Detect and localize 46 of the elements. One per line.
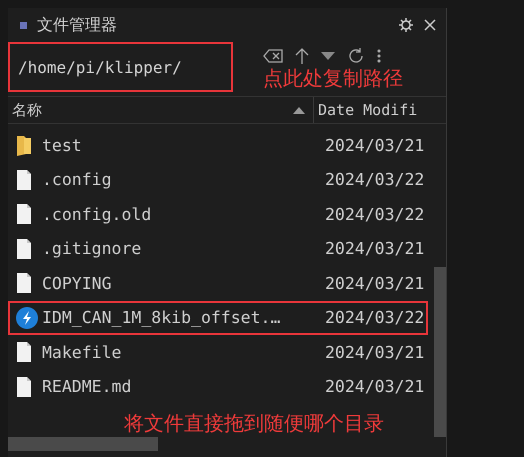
file-name: README.md (42, 377, 132, 396)
file-name: .config.old (42, 204, 152, 224)
close-icon[interactable] (424, 19, 436, 31)
date-modified: 2024/03/22 (325, 170, 424, 190)
date-modified: 2024/03/21 (325, 342, 424, 362)
date-modified: 2024/03/22 (325, 308, 424, 328)
file-name: .config (42, 170, 113, 190)
file-icon (16, 341, 32, 364)
clear-icon[interactable] (263, 48, 283, 62)
file-row[interactable]: Makefile 2024/03/21 (8, 335, 434, 370)
file-icon (16, 376, 32, 398)
file-row[interactable]: .config.old 2024/03/22 (8, 197, 434, 232)
file-icon (16, 168, 32, 191)
panel-title: 文件管理器 (37, 14, 118, 36)
refresh-icon[interactable] (347, 46, 365, 64)
file-row[interactable]: README.md 2024/03/21 (8, 370, 434, 404)
highlighted-file-row[interactable]: IDM_CAN_1M_8kib_offset.… 2024/03/22 (8, 300, 428, 335)
up-arrow-icon[interactable] (295, 46, 309, 64)
file-row[interactable]: .config 2024/03/22 (8, 162, 434, 197)
annotation-text: 将文件直接拖到随便哪个目录 (124, 410, 385, 437)
date-modified: 2024/03/21 (325, 136, 424, 155)
file-row[interactable]: test 2024/03/21 (8, 128, 434, 162)
column-header[interactable]: 名称 (8, 97, 313, 123)
file-name: COPYING (42, 274, 113, 293)
folder-icon (16, 134, 32, 156)
lightning-icon (16, 306, 38, 329)
path-field[interactable]: /home/pi/klipper/ (8, 42, 233, 92)
panel-icon (20, 22, 27, 28)
file-name: .gitignore (42, 239, 142, 258)
date-modified: 2024/03/21 (325, 274, 424, 293)
file-icon (16, 203, 32, 226)
column-header[interactable]: Date Modifi (314, 97, 426, 123)
annotation-text: 点此处复制路径 (263, 65, 404, 92)
file-name: IDM_CAN_1M_8kib_offset.… (42, 308, 282, 328)
more-icon[interactable] (377, 48, 381, 64)
file-row[interactable]: COPYING 2024/03/21 (8, 266, 434, 300)
file-name: test (42, 136, 83, 155)
file-icon (16, 238, 32, 260)
file-icon (16, 272, 32, 294)
file-name: Makefile (42, 342, 122, 362)
settings-icon[interactable] (398, 17, 414, 33)
file-row[interactable]: .gitignore 2024/03/21 (8, 232, 434, 266)
date-modified: 2024/03/22 (325, 204, 424, 224)
date-modified: 2024/03/21 (325, 239, 424, 258)
dropdown-icon[interactable] (321, 52, 335, 60)
date-modified: 2024/03/21 (325, 377, 424, 396)
